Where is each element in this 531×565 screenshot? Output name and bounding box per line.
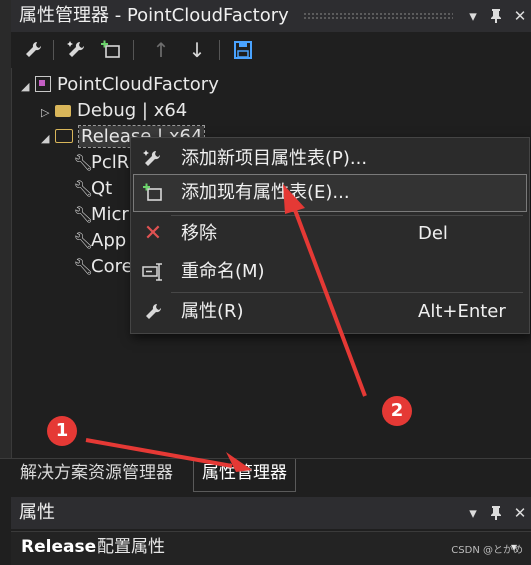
annotation-overlay [85, 184, 367, 472]
annotation-arrow-2 [293, 209, 367, 397]
annotation-arrow-1 [85, 438, 233, 468]
annotation-arrowhead-1 [226, 452, 252, 472]
annotation-arrowhead-2 [283, 184, 305, 214]
annotation-badge-2: 2 [382, 396, 412, 426]
annotation-badge-1: 1 [47, 416, 77, 446]
